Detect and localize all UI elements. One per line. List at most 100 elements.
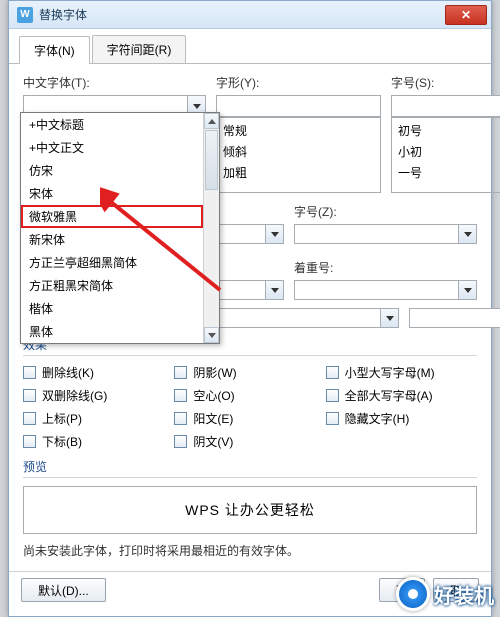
checkbox-label: 下标(B) <box>42 433 82 450</box>
checkbox-icon <box>23 389 36 402</box>
font-option[interactable]: +中文标题 <box>21 113 203 136</box>
chevron-down-icon <box>193 104 201 109</box>
list-item[interactable]: 一号 <box>392 162 500 183</box>
size2-input[interactable] <box>295 225 458 243</box>
label-size: 字号(S): <box>391 74 500 91</box>
list-item[interactable]: 小初 <box>392 141 500 162</box>
chevron-down-icon <box>386 316 394 321</box>
checkbox-icon <box>23 435 36 448</box>
checkbox-emboss[interactable]: 阳文(E) <box>174 410 325 427</box>
list-item[interactable]: 初号 <box>392 120 500 141</box>
size-listbox[interactable]: 初号 小初 一号 <box>391 117 500 193</box>
checkbox-label: 阴文(V) <box>193 433 233 450</box>
font-option[interactable]: 仿宋 <box>21 159 203 182</box>
tab-strip: 字体(N) 字符间距(R) <box>9 29 491 64</box>
checkbox-label: 删除线(K) <box>42 364 94 381</box>
checkbox-label: 隐藏文字(H) <box>345 410 410 427</box>
checkbox-icon <box>326 389 339 402</box>
chevron-down-icon <box>464 232 472 237</box>
window-title: 替换字体 <box>39 6 445 23</box>
checkbox-icon <box>174 389 187 402</box>
extra-input[interactable] <box>217 309 380 327</box>
checkbox-icon <box>326 412 339 425</box>
label-style: 字形(Y): <box>216 74 381 91</box>
preview-group: 预览 WPS 让办公更轻松 尚未安装此字体，打印时将采用最相近的有效字体。 <box>23 458 477 559</box>
chevron-up-icon <box>208 119 216 124</box>
checkbox-icon <box>174 435 187 448</box>
app-icon: W <box>17 7 33 23</box>
font-option[interactable]: 新宋体 <box>21 228 203 251</box>
extra-input[interactable] <box>410 309 500 327</box>
size-input[interactable] <box>392 96 500 116</box>
checkbox-label: 空心(O) <box>193 387 234 404</box>
close-icon: ✕ <box>461 8 471 22</box>
font-option[interactable]: 方正粗黑宋简体 <box>21 274 203 297</box>
emphasis-input[interactable] <box>295 281 458 299</box>
fontlist-scrollbar[interactable] <box>203 113 219 343</box>
font-option[interactable]: +中文正文 <box>21 136 203 159</box>
checkbox-outline[interactable]: 空心(O) <box>174 387 325 404</box>
dropdown-button[interactable] <box>458 281 476 299</box>
chevron-down-icon <box>208 333 216 338</box>
style-combo[interactable] <box>216 95 381 117</box>
tab-spacing-label: 字符间距(R) <box>107 43 172 57</box>
tab-font[interactable]: 字体(N) <box>19 36 90 64</box>
list-item[interactable]: 常规 <box>217 120 380 141</box>
extra-combo-3[interactable] <box>409 308 500 328</box>
list-item[interactable]: 倾斜 <box>217 141 380 162</box>
checkbox-hidden[interactable]: 隐藏文字(H) <box>326 410 477 427</box>
dropdown-button[interactable] <box>458 225 476 243</box>
scroll-thumb[interactable] <box>205 130 218 190</box>
checkbox-label: 双删除线(G) <box>42 387 107 404</box>
dropdown-button[interactable] <box>265 281 283 299</box>
font-option[interactable]: 宋体 <box>21 182 203 205</box>
titlebar: W 替换字体 ✕ <box>9 1 491 29</box>
emphasis-combo[interactable] <box>294 280 477 300</box>
button-label: 默认(D)... <box>38 582 89 599</box>
scroll-down-button[interactable] <box>204 327 219 343</box>
checkbox-dblstrike[interactable]: 双删除线(G) <box>23 387 174 404</box>
chevron-down-icon <box>271 288 279 293</box>
font-option[interactable]: 楷体 <box>21 297 203 320</box>
checkbox-allcaps[interactable]: 全部大写字母(A) <box>326 387 477 404</box>
size-combo[interactable] <box>391 95 500 117</box>
style-listbox[interactable]: 常规 倾斜 加粗 <box>216 117 381 193</box>
note-text: 尚未安装此字体，打印时将采用最相近的有效字体。 <box>23 542 477 559</box>
list-item[interactable]: 加粗 <box>217 162 380 183</box>
checkbox-smallcaps[interactable]: 小型大写字母(M) <box>326 364 477 381</box>
preview-header: 预览 <box>23 458 477 478</box>
checkbox-subscript[interactable]: 下标(B) <box>23 433 174 450</box>
watermark: 好装机 <box>396 577 494 611</box>
size2-combo[interactable] <box>294 224 477 244</box>
checkbox-strikethrough[interactable]: 删除线(K) <box>23 364 174 381</box>
checkbox-superscript[interactable]: 上标(P) <box>23 410 174 427</box>
label-size2: 字号(Z): <box>294 203 477 220</box>
preview-text: WPS 让办公更轻松 <box>185 500 315 520</box>
checkbox-label: 上标(P) <box>42 410 82 427</box>
dropdown-button[interactable] <box>380 309 398 327</box>
tab-spacing[interactable]: 字符间距(R) <box>92 35 187 63</box>
font-dropdown-panel: +中文标题 +中文正文 仿宋 宋体 微软雅黑 新宋体 方正兰亭超细黑简体 方正粗… <box>20 112 220 344</box>
checkbox-icon <box>174 412 187 425</box>
font-option[interactable]: 方正兰亭超细黑简体 <box>21 251 203 274</box>
effects-group: 效果 删除线(K) 阴影(W) 小型大写字母(M) 双删除线(G) 空心(O) … <box>23 336 477 450</box>
checkbox-icon <box>174 366 187 379</box>
checkbox-label: 小型大写字母(M) <box>345 364 435 381</box>
default-button[interactable]: 默认(D)... <box>21 578 106 602</box>
chevron-down-icon <box>271 232 279 237</box>
dropdown-button[interactable] <box>265 225 283 243</box>
scroll-up-button[interactable] <box>204 113 219 129</box>
checkbox-icon <box>326 366 339 379</box>
checkbox-label: 阴影(W) <box>193 364 236 381</box>
checkbox-shadow[interactable]: 阴影(W) <box>174 364 325 381</box>
tab-font-label: 字体(N) <box>34 44 75 58</box>
font-option[interactable]: 黑体 <box>21 320 203 343</box>
watermark-icon <box>396 577 430 611</box>
font-option-highlighted[interactable]: 微软雅黑 <box>21 205 203 228</box>
label-emphasis: 着重号: <box>294 259 477 276</box>
style-input[interactable] <box>217 96 380 116</box>
checkbox-engrave[interactable]: 阴文(V) <box>174 433 325 450</box>
close-button[interactable]: ✕ <box>445 5 487 25</box>
watermark-text: 好装机 <box>434 580 494 609</box>
extra-combo-2[interactable] <box>216 308 399 328</box>
